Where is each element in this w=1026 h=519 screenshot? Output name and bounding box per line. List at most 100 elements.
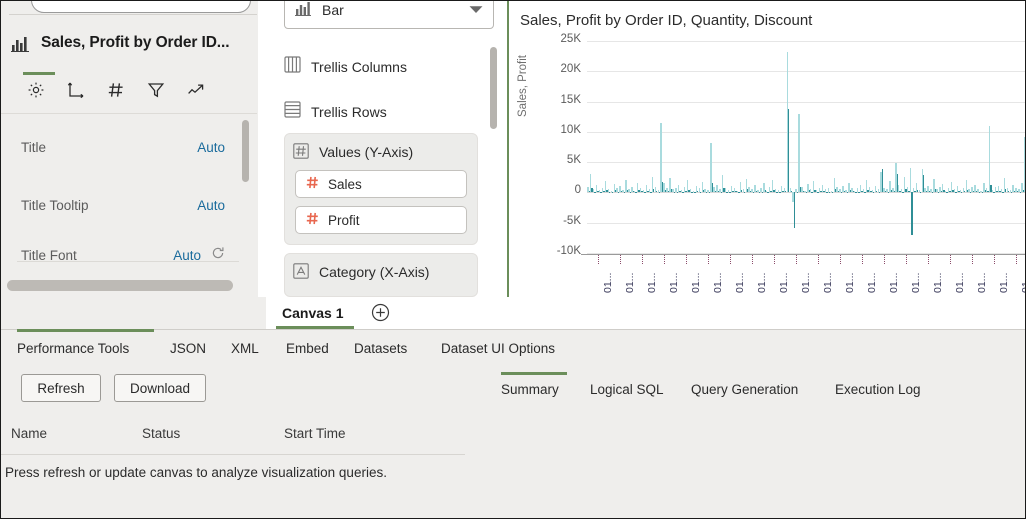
shelf-group-values-y-axis[interactable]: Values (Y-Axis) Sales xyxy=(284,133,478,245)
chart-bar[interactable] xyxy=(867,190,868,193)
chart-bar[interactable] xyxy=(902,192,903,193)
chart-bar[interactable] xyxy=(656,191,657,192)
chart-bar[interactable] xyxy=(665,190,666,192)
properties-vertical-scrollbar[interactable] xyxy=(242,120,249,182)
properties-horizontal-scrollbar[interactable] xyxy=(7,280,233,291)
chart-bar[interactable] xyxy=(797,192,798,193)
chart-bar[interactable] xyxy=(882,169,883,193)
chart-bar[interactable] xyxy=(952,190,953,192)
chart-bar[interactable] xyxy=(782,191,783,193)
chart-bar[interactable] xyxy=(993,192,994,193)
chart-bar[interactable] xyxy=(826,192,827,193)
chart-bar[interactable] xyxy=(920,192,921,193)
chart-bar[interactable] xyxy=(794,192,795,228)
property-row-title[interactable]: Title Auto xyxy=(1,122,239,172)
chart-bar[interactable] xyxy=(633,191,634,192)
chart-bar[interactable] xyxy=(747,189,748,192)
chart-bar[interactable] xyxy=(732,191,733,193)
chart-bar[interactable] xyxy=(990,185,991,192)
chart-bar[interactable] xyxy=(897,174,898,193)
chevron-down-icon[interactable] xyxy=(469,1,483,19)
chart-bar[interactable] xyxy=(756,191,757,193)
subtab-summary[interactable]: Summary xyxy=(501,382,559,397)
chart-bar[interactable] xyxy=(1017,191,1018,192)
tab-filters[interactable] xyxy=(137,73,175,107)
shelf-trellis-rows[interactable]: Trellis Rows xyxy=(284,89,484,134)
chart-bar[interactable] xyxy=(914,191,915,192)
shelf-trellis-columns[interactable]: Trellis Columns xyxy=(284,44,484,89)
chart-bar[interactable] xyxy=(803,191,804,192)
chart-bar[interactable] xyxy=(723,188,724,192)
chart-bar[interactable] xyxy=(735,191,736,192)
chart-bar[interactable] xyxy=(1023,190,1024,192)
visualization-type-select[interactable]: Bar xyxy=(284,1,494,29)
chart-bar[interactable] xyxy=(589,191,590,192)
property-row-title-tooltip[interactable]: Title Tooltip Auto xyxy=(1,180,239,230)
chart-bar[interactable] xyxy=(967,190,968,193)
subtab-execution-log[interactable]: Execution Log xyxy=(835,382,921,397)
chart-bar[interactable] xyxy=(624,192,625,193)
chart-bar[interactable] xyxy=(961,192,962,193)
tab-axis[interactable] xyxy=(57,73,95,107)
chart-bar[interactable] xyxy=(709,192,710,193)
chart-bar[interactable] xyxy=(841,192,842,193)
property-row-title-font[interactable]: Title Font Auto xyxy=(1,230,239,280)
chart-bar[interactable] xyxy=(650,192,651,193)
chart-bar[interactable] xyxy=(987,191,988,192)
tab-analytics[interactable] xyxy=(177,73,215,107)
chart-bar[interactable] xyxy=(638,190,639,192)
chart-bar[interactable] xyxy=(685,191,686,192)
chart-bar[interactable] xyxy=(726,192,727,193)
chart-bar[interactable] xyxy=(1020,192,1021,193)
chart-plot-bars[interactable] xyxy=(587,41,1025,253)
chart-bar[interactable] xyxy=(817,192,818,193)
chart-bar[interactable] xyxy=(938,192,939,193)
download-button[interactable]: Download xyxy=(114,374,206,402)
search-input[interactable] xyxy=(31,1,251,13)
chart-bar[interactable] xyxy=(888,192,889,193)
chart-bar[interactable] xyxy=(606,190,607,192)
chart-bar[interactable] xyxy=(612,192,613,193)
chart-bar[interactable] xyxy=(926,191,927,192)
chart-bar[interactable] xyxy=(932,192,933,193)
chart-bar[interactable] xyxy=(767,192,768,193)
chart-bar[interactable] xyxy=(753,192,754,193)
chart-bar[interactable] xyxy=(847,192,848,193)
chart-bar[interactable] xyxy=(682,192,683,193)
canvas-tab-1[interactable]: Canvas 1 xyxy=(278,297,347,329)
chart-bar[interactable] xyxy=(832,192,833,193)
chart-bar[interactable] xyxy=(715,191,716,192)
chart-bar[interactable] xyxy=(814,190,815,193)
subtab-query-generation[interactable]: Query Generation xyxy=(691,382,798,397)
chart-bar[interactable] xyxy=(943,190,944,192)
bottom-tab-xml[interactable]: XML xyxy=(231,341,259,356)
chart-bar[interactable] xyxy=(644,192,645,193)
chart-bar[interactable] xyxy=(668,191,669,192)
shelf-pill-profit[interactable]: Profit xyxy=(295,206,467,234)
chart-bar[interactable] xyxy=(647,191,648,193)
chart-bar[interactable] xyxy=(721,192,722,193)
shelf-pill-sales[interactable]: Sales xyxy=(295,170,467,198)
chart-bar[interactable] xyxy=(838,191,839,192)
chart-bar[interactable] xyxy=(738,192,739,193)
chart-bar[interactable] xyxy=(999,191,1000,193)
chart-bar[interactable] xyxy=(964,191,965,192)
chart-bar[interactable] xyxy=(976,191,977,193)
chart-bar[interactable] xyxy=(785,191,786,192)
chart-bar[interactable] xyxy=(989,126,990,192)
chart-bar[interactable] xyxy=(703,190,704,193)
chart-bar[interactable] xyxy=(970,192,971,193)
chart-bar[interactable] xyxy=(773,190,774,193)
property-value[interactable]: Auto xyxy=(197,140,225,155)
chart-bar[interactable] xyxy=(996,191,997,192)
chart-bar[interactable] xyxy=(955,192,956,193)
bottom-tab-json[interactable]: JSON xyxy=(170,341,206,356)
chart-bar[interactable] xyxy=(600,192,601,193)
chart-bar[interactable] xyxy=(594,192,595,193)
chart-bar[interactable] xyxy=(677,192,678,193)
chart-bar[interactable] xyxy=(876,191,877,193)
chart-bar[interactable] xyxy=(861,191,862,193)
chart-bar[interactable] xyxy=(603,191,604,192)
property-value[interactable]: Auto xyxy=(197,295,225,298)
plus-circle-icon[interactable] xyxy=(371,303,390,327)
